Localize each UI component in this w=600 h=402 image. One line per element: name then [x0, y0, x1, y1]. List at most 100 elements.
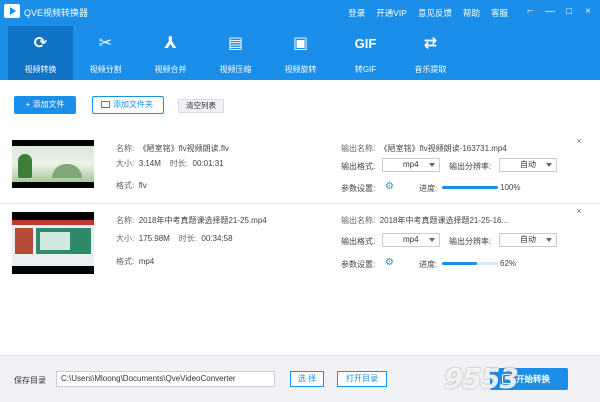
file-name: 《陋室铭》flv视频朗读.flv	[138, 144, 229, 153]
output-format-select[interactable]: mp4	[382, 233, 440, 247]
nav-video-compress[interactable]: ▤ 视频压缩	[203, 26, 268, 80]
nav-label: 视频合并	[154, 65, 187, 74]
save-dir-field[interactable]: C:\Users\Mloong\Documents\QveVideoConver…	[56, 371, 275, 387]
output-resolution-value: 自动	[520, 160, 536, 169]
gear-icon[interactable]: ⚙	[385, 182, 395, 192]
output-name-label: 输出名称:	[341, 144, 376, 153]
toolbar: + 添加文件 添加文件夹 清空列表	[0, 80, 600, 120]
nav-label: 转GIF	[354, 65, 377, 74]
add-file-button[interactable]: + 添加文件	[14, 96, 76, 114]
vip-link[interactable]: 开通VIP	[376, 7, 407, 19]
login-link[interactable]: 登录	[348, 7, 365, 19]
menu-icon[interactable]: ⌐	[522, 4, 538, 20]
output-name-label: 输出名称:	[341, 216, 376, 225]
size-label: 大小:	[116, 234, 135, 243]
app-title: QVE视频转换器	[24, 8, 89, 18]
main-nav: ⟳ 视频转换 ✂ 视频分割 ⅄ 视频合并 ▤ 视频压缩 ▣ 视频旋转 GIF 转…	[8, 26, 463, 80]
output-format-value: mp4	[403, 160, 419, 169]
progress-label: 进度:	[419, 184, 438, 193]
nav-video-rotate[interactable]: ▣ 视频旋转	[268, 26, 333, 80]
progress-fill	[442, 186, 498, 189]
nav-to-gif[interactable]: GIF 转GIF	[333, 26, 398, 80]
file-name-line: 名称: 《陋室铭》flv视频朗读.flv	[116, 143, 229, 154]
output-resolution-value: 自动	[520, 235, 536, 244]
nav-video-convert[interactable]: ⟳ 视频转换	[8, 26, 73, 80]
add-folder-button[interactable]: 添加文件夹	[92, 96, 164, 114]
panel-shape	[36, 228, 91, 254]
file-name: 2018年中考真题课选择题21-25.mp4	[138, 216, 267, 225]
nav-video-merge[interactable]: ⅄ 视频合并	[138, 26, 203, 80]
nav-music-extract[interactable]: ⇄ 音乐提取	[398, 26, 463, 80]
output-format-label: 输出格式:	[341, 237, 376, 246]
progress-bar	[442, 186, 498, 189]
name-label: 名称:	[116, 144, 135, 153]
progress-text: 62%	[500, 259, 517, 268]
file-duration: 00:34:58	[201, 234, 233, 243]
hill-shape	[52, 164, 82, 178]
top-links: 登录 开通VIP 意见反馈 帮助 客服	[337, 7, 508, 19]
panel-shape	[15, 228, 33, 254]
close-icon[interactable]: ×	[580, 4, 596, 20]
progress-label: 进度:	[419, 260, 438, 269]
file-duration: 00:01:31	[192, 159, 224, 168]
remove-item-icon[interactable]: ×	[574, 136, 584, 146]
file-name-line: 名称: 2018年中考真题课选择题21-25.mp4	[116, 215, 267, 226]
name-label: 名称:	[116, 216, 135, 225]
output-name-line: 输出名称: 2018年中考真题课选择题21-25-16...	[341, 215, 508, 226]
open-dir-button[interactable]: 打开目录	[337, 371, 387, 387]
list-item: 名称: 《陋室铭》flv视频朗读.flv 大小: 3.14M 时长: 00:01…	[0, 120, 600, 196]
help-link[interactable]: 帮助	[463, 7, 480, 19]
merge-icon: ⅄	[164, 35, 177, 52]
chevron-down-icon	[546, 238, 552, 242]
tree-shape	[18, 154, 32, 178]
chevron-down-icon	[546, 163, 552, 167]
scissors-icon: ✂	[98, 35, 113, 52]
format-label: 格式:	[116, 257, 135, 266]
save-dir-label: 保存目录	[14, 376, 46, 385]
maximize-icon[interactable]: □	[561, 4, 577, 20]
format-label: 格式:	[116, 181, 135, 190]
output-resolution-label: 输出分辨率:	[449, 237, 492, 246]
output-name: 2018年中考真题课选择题21-25-16...	[379, 216, 509, 225]
duration-label: 时长:	[169, 159, 189, 168]
choose-dir-button[interactable]: 选 择	[290, 371, 324, 387]
gear-icon[interactable]: ⚙	[385, 258, 395, 268]
duration-label: 时长:	[178, 234, 197, 243]
app-logo-icon	[4, 4, 20, 18]
gif-icon: GIF	[354, 36, 377, 51]
convert-icon: ⟳	[33, 35, 48, 52]
thumbnail-image	[12, 220, 94, 266]
file-format-line: 格式: mp4	[116, 256, 154, 267]
file-format: flv	[138, 181, 147, 190]
output-format-label: 输出格式:	[341, 162, 376, 171]
output-resolution-select[interactable]: 自动	[499, 158, 557, 172]
nav-video-split[interactable]: ✂ 视频分割	[73, 26, 138, 80]
file-meta-line: 大小: 3.14M 时长: 00:01:31	[116, 158, 224, 169]
size-label: 大小:	[116, 159, 135, 168]
clear-list-button[interactable]: 清空列表	[178, 99, 224, 113]
nav-label: 视频压缩	[219, 65, 252, 74]
shuffle-icon: ⇄	[423, 35, 438, 52]
file-size: 175.98M	[138, 234, 170, 243]
chevron-down-icon	[429, 163, 435, 167]
remove-item-icon[interactable]: ×	[574, 206, 584, 216]
rotate-icon: ▣	[292, 35, 309, 52]
file-format-line: 格式: flv	[116, 180, 147, 191]
output-name: 《陋室铭》flv视频朗读-163731.mp4	[379, 144, 507, 153]
folder-icon	[101, 101, 110, 108]
feedback-link[interactable]: 意见反馈	[418, 7, 452, 19]
output-format-select[interactable]: mp4	[382, 158, 440, 172]
output-resolution-select[interactable]: 自动	[499, 233, 557, 247]
progress-bar	[442, 262, 498, 265]
file-meta-line: 大小: 175.98M 时长: 00:34:58	[116, 233, 233, 244]
params-label: 参数设置:	[341, 260, 376, 269]
output-resolution-label: 输出分辨率:	[449, 162, 492, 171]
chevron-down-icon	[429, 238, 435, 242]
compress-icon: ▤	[227, 35, 244, 52]
thumbnail-image	[12, 146, 94, 182]
output-name-line: 输出名称: 《陋室铭》flv视频朗读-163731.mp4	[341, 143, 507, 154]
minimize-icon[interactable]: —	[542, 4, 558, 20]
params-label: 参数设置:	[341, 184, 376, 193]
support-link[interactable]: 客服	[491, 7, 508, 19]
progress-text: 100%	[500, 183, 521, 192]
